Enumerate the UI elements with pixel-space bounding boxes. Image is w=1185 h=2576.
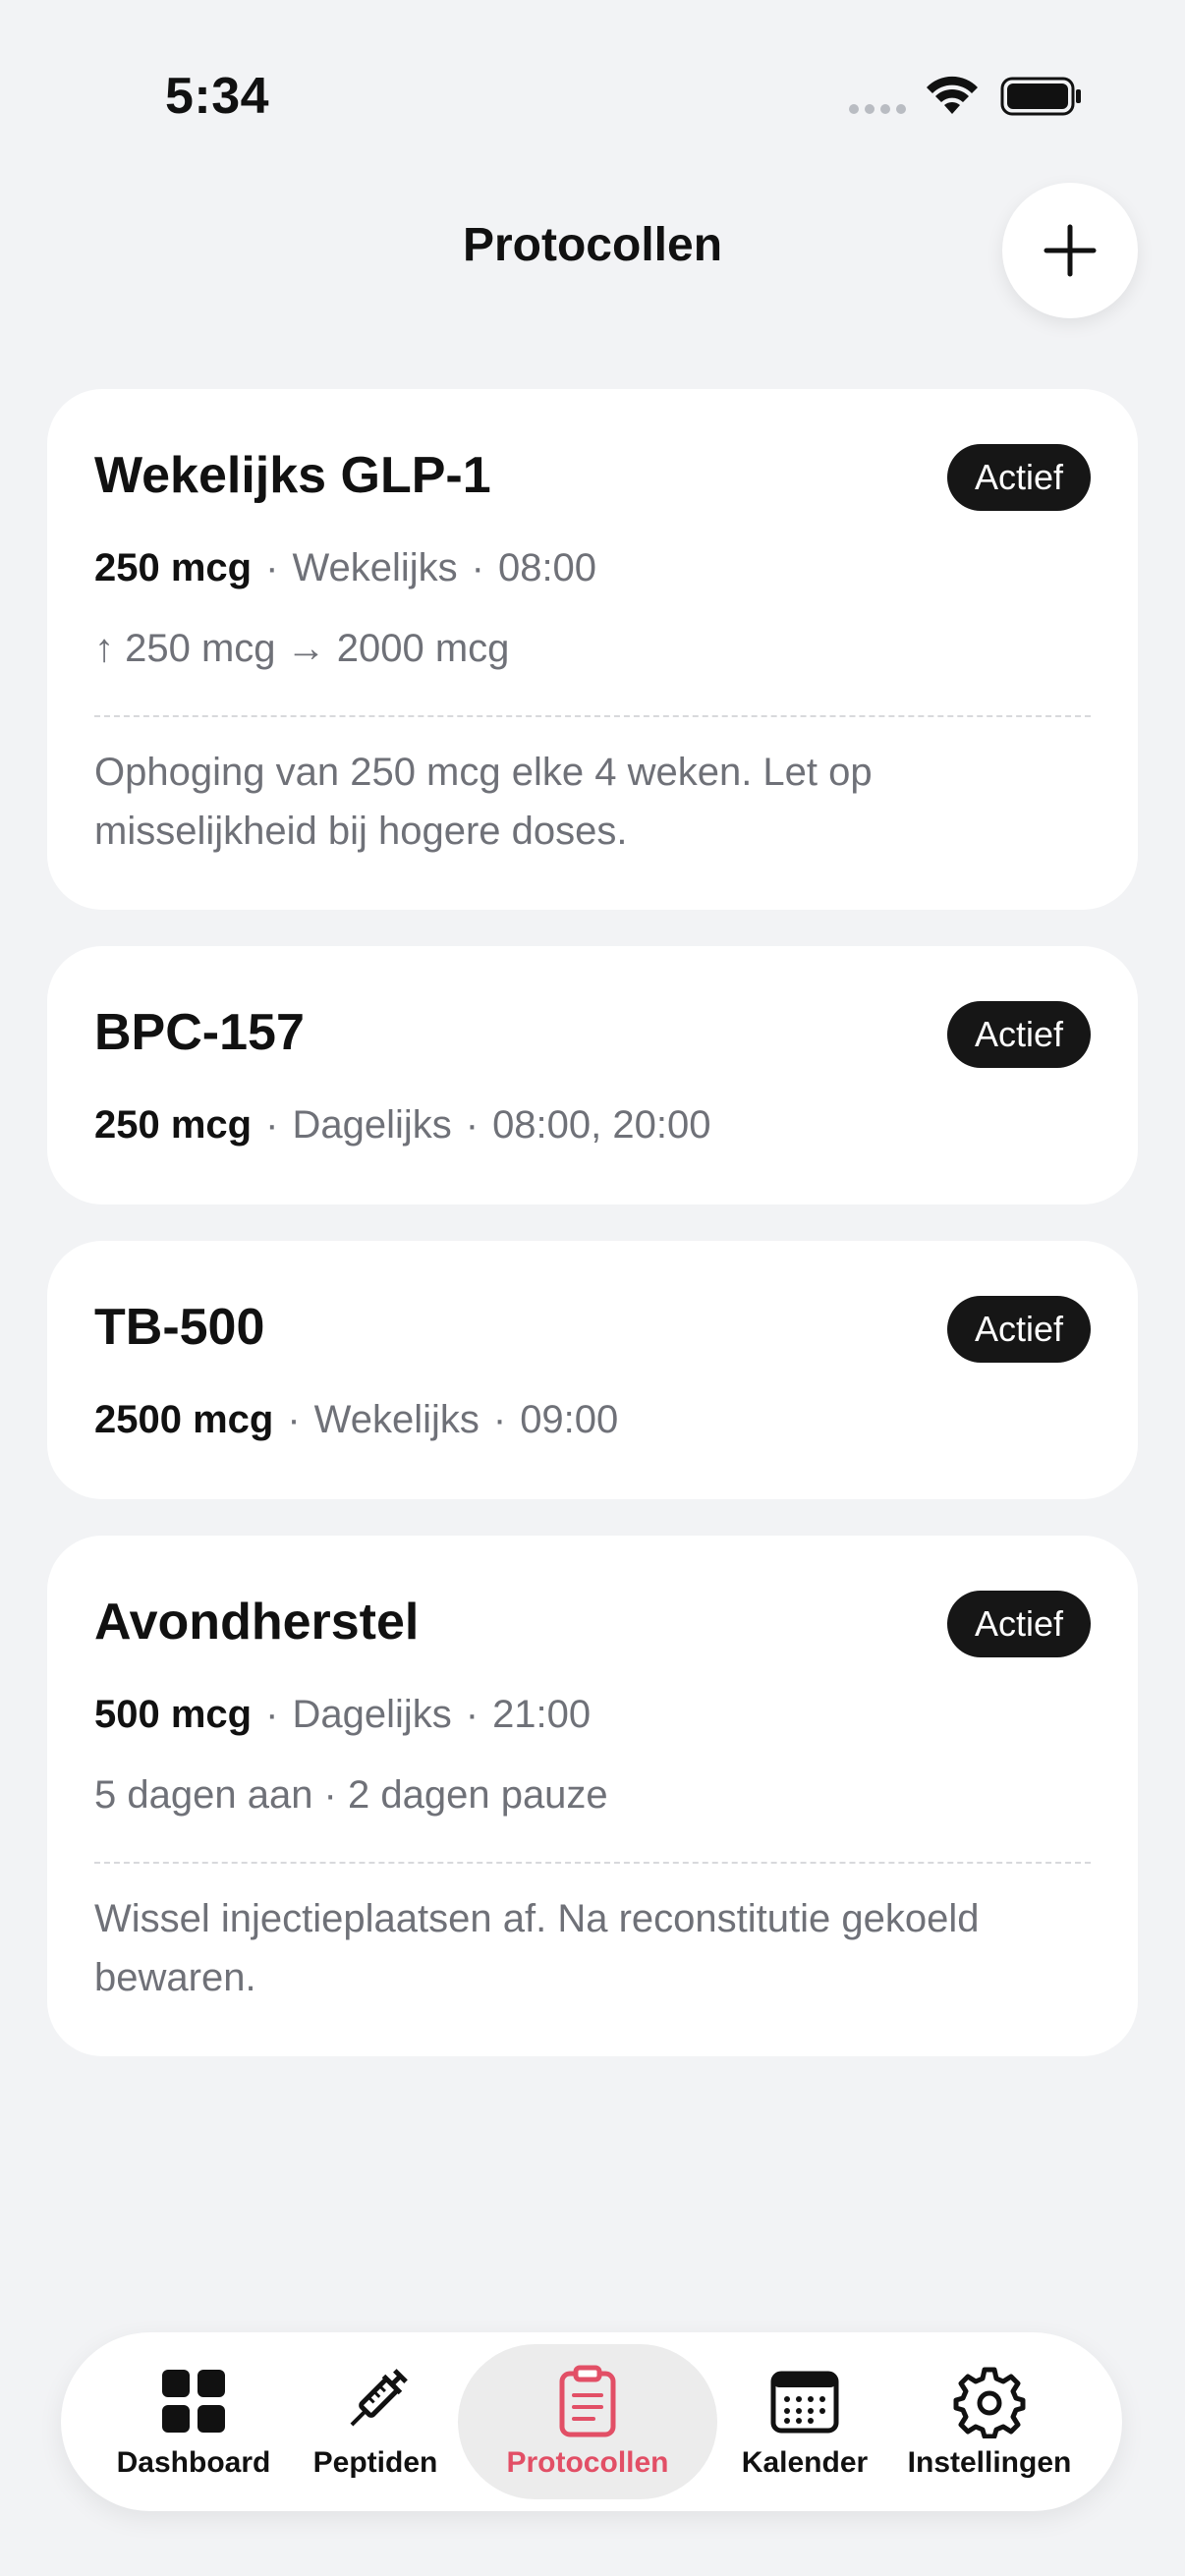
divider (94, 1862, 1091, 1864)
protocol-card[interactable]: Avondherstel Actief 500 mcg · Dagelijks · 21… (47, 1536, 1138, 2056)
protocol-meta: 2500 mcg · Wekelijks · 09:00 (94, 1398, 619, 1441)
cellular-signal-icon (849, 104, 906, 114)
protocol-frequency: Wekelijks (292, 546, 458, 589)
protocol-name: TB-500 (94, 1299, 265, 1356)
protocol-cycle: 5 dagen aan · 2 dagen pauze (94, 1773, 608, 1817)
protocol-meta: 500 mcg · Dagelijks · 21:00 (94, 1693, 592, 1736)
tab-label: Kalender (741, 2446, 869, 2479)
status-badge: Actief (946, 1591, 1091, 1657)
gear-icon (953, 2367, 1026, 2438)
divider (94, 715, 1091, 717)
tab-dashboard[interactable]: Dashboard (100, 2344, 287, 2499)
battery-icon (1000, 77, 1081, 116)
tab-label: Protocollen (506, 2446, 669, 2479)
protocol-card[interactable]: TB-500 Actief 2500 mcg · Wekelijks · 09:00 (47, 1241, 1138, 1499)
protocol-times: 09:00 (520, 1398, 619, 1441)
protocol-note: Wissel injectieplaatsen af. Na reconstit… (94, 1897, 980, 1999)
protocol-note: Ophoging van 250 mcg elke 4 weken. Let o… (94, 751, 873, 853)
grid-icon (162, 2370, 225, 2433)
protocol-times: 21:00 (492, 1693, 592, 1736)
add-protocol-button[interactable] (1002, 183, 1138, 318)
protocol-dose: 250 mcg (94, 546, 253, 589)
calendar-icon (770, 2371, 839, 2434)
protocol-dose: 500 mcg (94, 1693, 253, 1736)
protocol-name: Wekelijks GLP-1 (94, 447, 491, 504)
protocol-meta: 250 mcg · Dagelijks · 08:00, 20:00 (94, 1103, 711, 1147)
protocol-dose: 2500 mcg (94, 1398, 274, 1441)
protocol-frequency: Wekelijks (313, 1398, 480, 1441)
status-badge: Actief (946, 1296, 1091, 1363)
protocol-frequency: Dagelijks (292, 1103, 452, 1147)
syringe-icon (350, 2369, 408, 2427)
clipboard-icon (559, 2365, 616, 2437)
protocol-meta: 250 mcg · Wekelijks · 08:00 (94, 546, 597, 589)
protocol-escalation: ↑ 250 mcg → 2000 mcg (94, 627, 510, 670)
protocol-name: Avondherstel (94, 1594, 420, 1651)
tab-label: Instellingen (907, 2446, 1072, 2479)
tab-label: Peptiden (312, 2446, 438, 2479)
protocol-dose: 250 mcg (94, 1103, 253, 1147)
tab-bar: Dashboard Peptiden Protocollen Kalender … (61, 2332, 1122, 2511)
tab-kalender[interactable]: Kalender (721, 2344, 888, 2499)
protocol-frequency: Dagelijks (292, 1693, 452, 1736)
plus-icon (1044, 224, 1097, 277)
tab-label: Dashboard (116, 2446, 271, 2479)
status-badge: Actief (946, 444, 1091, 511)
tab-protocollen[interactable]: Protocollen (458, 2344, 717, 2499)
status-badge: Actief (946, 1001, 1091, 1068)
tab-peptiden[interactable]: Peptiden (297, 2344, 454, 2499)
protocol-times: 08:00 (497, 546, 597, 589)
protocol-name: BPC-157 (94, 1004, 305, 1061)
protocol-times: 08:00, 20:00 (492, 1103, 711, 1147)
protocol-card[interactable]: Wekelijks GLP-1 Actief 250 mcg · Wekelijks… (47, 389, 1138, 910)
tab-instellingen[interactable]: Instellingen (896, 2344, 1083, 2499)
status-time: 5:34 (165, 68, 270, 125)
wifi-icon (927, 76, 978, 114)
protocol-card[interactable]: BPC-157 Actief 250 mcg · Dagelijks · 08:00, … (47, 946, 1138, 1204)
